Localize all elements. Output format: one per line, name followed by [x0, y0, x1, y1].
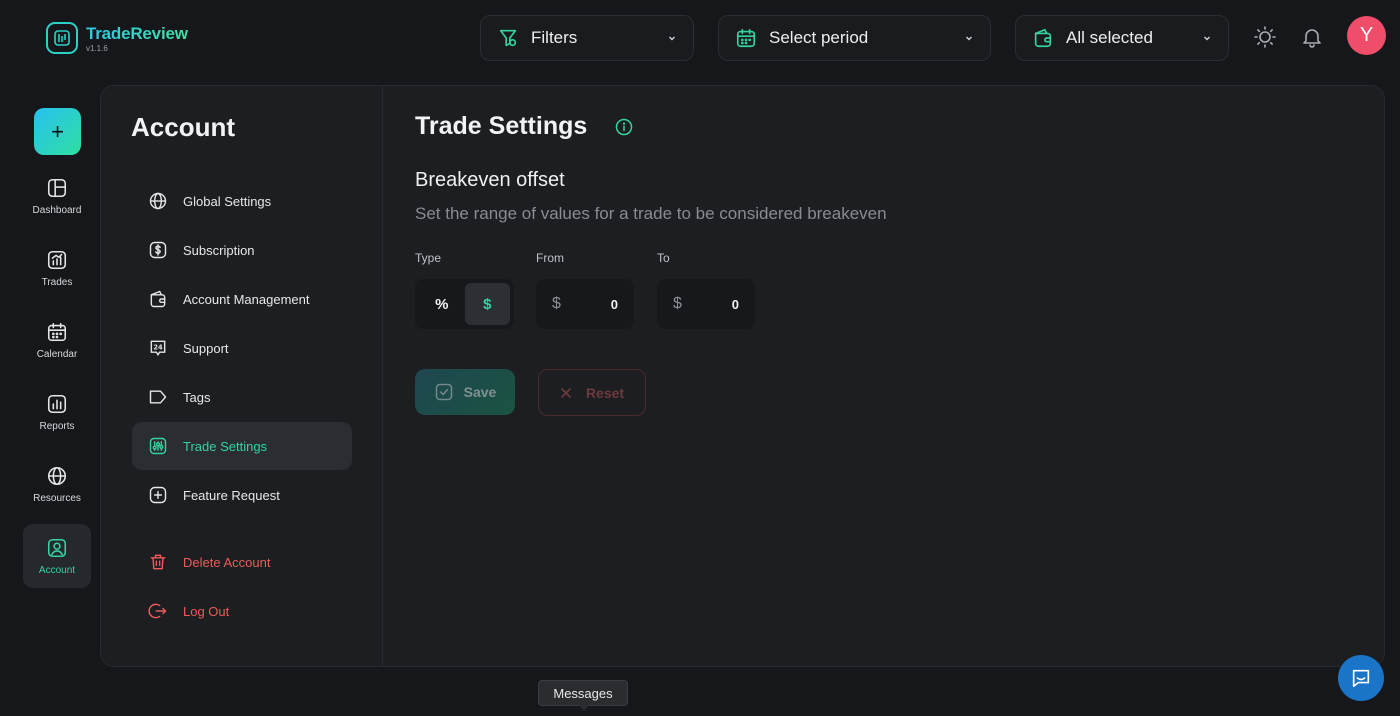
logo-icon — [46, 22, 78, 54]
menu-item-label: Feature Request — [183, 487, 280, 503]
plus-square-icon — [148, 485, 168, 505]
reset-label: Reset — [585, 384, 625, 401]
menu-item-feature-request[interactable]: Feature Request — [132, 471, 352, 519]
menu-item-label: Tags — [183, 389, 211, 405]
rail-label: Trades — [41, 276, 73, 288]
rail-item-reports[interactable]: Reports — [23, 380, 91, 444]
checkbox-icon — [434, 382, 454, 402]
menu-item-tags[interactable]: Tags — [132, 373, 352, 421]
log-out-button[interactable]: Log Out — [132, 587, 352, 635]
avatar-initial: Y — [1359, 24, 1374, 46]
svg-text:24: 24 — [153, 344, 163, 352]
filters-dropdown[interactable]: Filters — [480, 15, 694, 61]
save-label: Save — [463, 384, 497, 400]
close-icon — [560, 387, 572, 399]
account-menu-title: Account — [131, 112, 235, 142]
logout-icon — [148, 601, 168, 621]
rail-item-resources[interactable]: Resources — [23, 452, 91, 516]
sliders-icon — [148, 436, 168, 456]
menu-item-label: Trade Settings — [183, 438, 268, 454]
trash-icon — [148, 552, 168, 572]
period-dropdown[interactable]: Select period — [718, 15, 991, 61]
info-icon[interactable] — [614, 117, 634, 137]
type-toggle: % $ — [415, 279, 514, 329]
menu-item-label: Support — [183, 340, 229, 356]
from-prefix: $ — [552, 295, 561, 312]
delete-account-button[interactable]: Delete Account — [132, 538, 352, 586]
plus-icon: + — [51, 118, 64, 144]
menu-item-label: Account Management — [183, 291, 310, 307]
chevron-down-icon — [1202, 33, 1212, 43]
reports-icon — [46, 393, 68, 415]
chevron-down-icon — [667, 33, 677, 43]
from-field: $ — [536, 279, 634, 329]
wallet-icon — [148, 289, 168, 309]
from-input[interactable] — [578, 296, 618, 312]
theme-toggle-sun-icon[interactable] — [1253, 25, 1277, 49]
rail-label: Resources — [33, 492, 81, 504]
app-logo[interactable]: TradeReview v1.1.6 — [46, 22, 188, 54]
from-label: From — [536, 251, 564, 265]
rail-item-account[interactable]: Account — [23, 524, 91, 588]
save-button[interactable]: Save — [415, 369, 515, 415]
type-label: Type — [415, 251, 442, 265]
accounts-label: All selected — [1066, 28, 1153, 47]
menu-item-account-management[interactable]: Account Management — [132, 275, 352, 323]
calendar-icon — [46, 321, 68, 343]
chat-icon — [1350, 667, 1372, 689]
to-label: To — [657, 251, 670, 265]
rail-label: Account — [38, 564, 76, 576]
app-version: v1.1.6 — [86, 44, 108, 53]
type-option-dollar[interactable]: $ — [464, 283, 510, 325]
type-option-percent[interactable]: % — [419, 283, 465, 325]
rail-item-calendar[interactable]: Calendar — [23, 308, 91, 372]
panel-divider — [382, 85, 383, 667]
add-trade-button[interactable]: + — [34, 108, 81, 155]
trades-chart-icon — [46, 249, 68, 271]
rail-label: Calendar — [36, 348, 78, 360]
globe-icon — [148, 191, 168, 211]
rail-item-trades[interactable]: Trades — [23, 236, 91, 300]
menu-item-label: Subscription — [183, 242, 255, 258]
account-icon — [46, 537, 68, 559]
page-title: Trade Settings — [415, 112, 588, 140]
section-title: Breakeven offset — [415, 169, 565, 191]
filters-label: Filters — [531, 28, 578, 47]
globe-icon — [46, 465, 68, 487]
section-description: Set the range of values for a trade to b… — [415, 204, 887, 223]
rail-label: Reports — [39, 420, 75, 432]
dollar-icon — [148, 240, 168, 260]
app-name: TradeReview — [86, 24, 188, 43]
messages-tooltip: Messages — [538, 680, 628, 711]
menu-item-trade-settings[interactable]: Trade Settings — [132, 422, 352, 470]
menu-item-label: Delete Account — [183, 554, 271, 570]
dashboard-icon — [46, 177, 68, 199]
accounts-dropdown[interactable]: All selected — [1015, 15, 1229, 61]
user-avatar[interactable]: Y — [1347, 16, 1386, 55]
menu-item-label: Log Out — [183, 603, 230, 619]
to-field: $ — [657, 279, 755, 329]
rail-item-dashboard[interactable]: Dashboard — [23, 164, 91, 228]
menu-item-subscription[interactable]: Subscription — [132, 226, 352, 274]
rail-label: Dashboard — [32, 204, 82, 216]
menu-item-label: Global Settings — [183, 193, 272, 209]
support-24-icon: 24 — [148, 338, 168, 358]
to-input[interactable] — [699, 296, 739, 312]
chat-button[interactable] — [1338, 655, 1384, 701]
calendar-icon — [735, 27, 757, 49]
menu-item-global-settings[interactable]: Global Settings — [132, 177, 352, 225]
menu-item-support[interactable]: 24 Support — [132, 324, 352, 372]
tag-icon — [148, 387, 168, 407]
filter-icon — [497, 27, 519, 49]
to-prefix: $ — [673, 295, 682, 312]
reset-button[interactable]: Reset — [538, 369, 646, 416]
chevron-down-icon — [964, 33, 974, 43]
period-label: Select period — [769, 28, 869, 47]
wallet-icon — [1032, 27, 1054, 49]
notifications-bell-icon[interactable] — [1300, 25, 1324, 49]
